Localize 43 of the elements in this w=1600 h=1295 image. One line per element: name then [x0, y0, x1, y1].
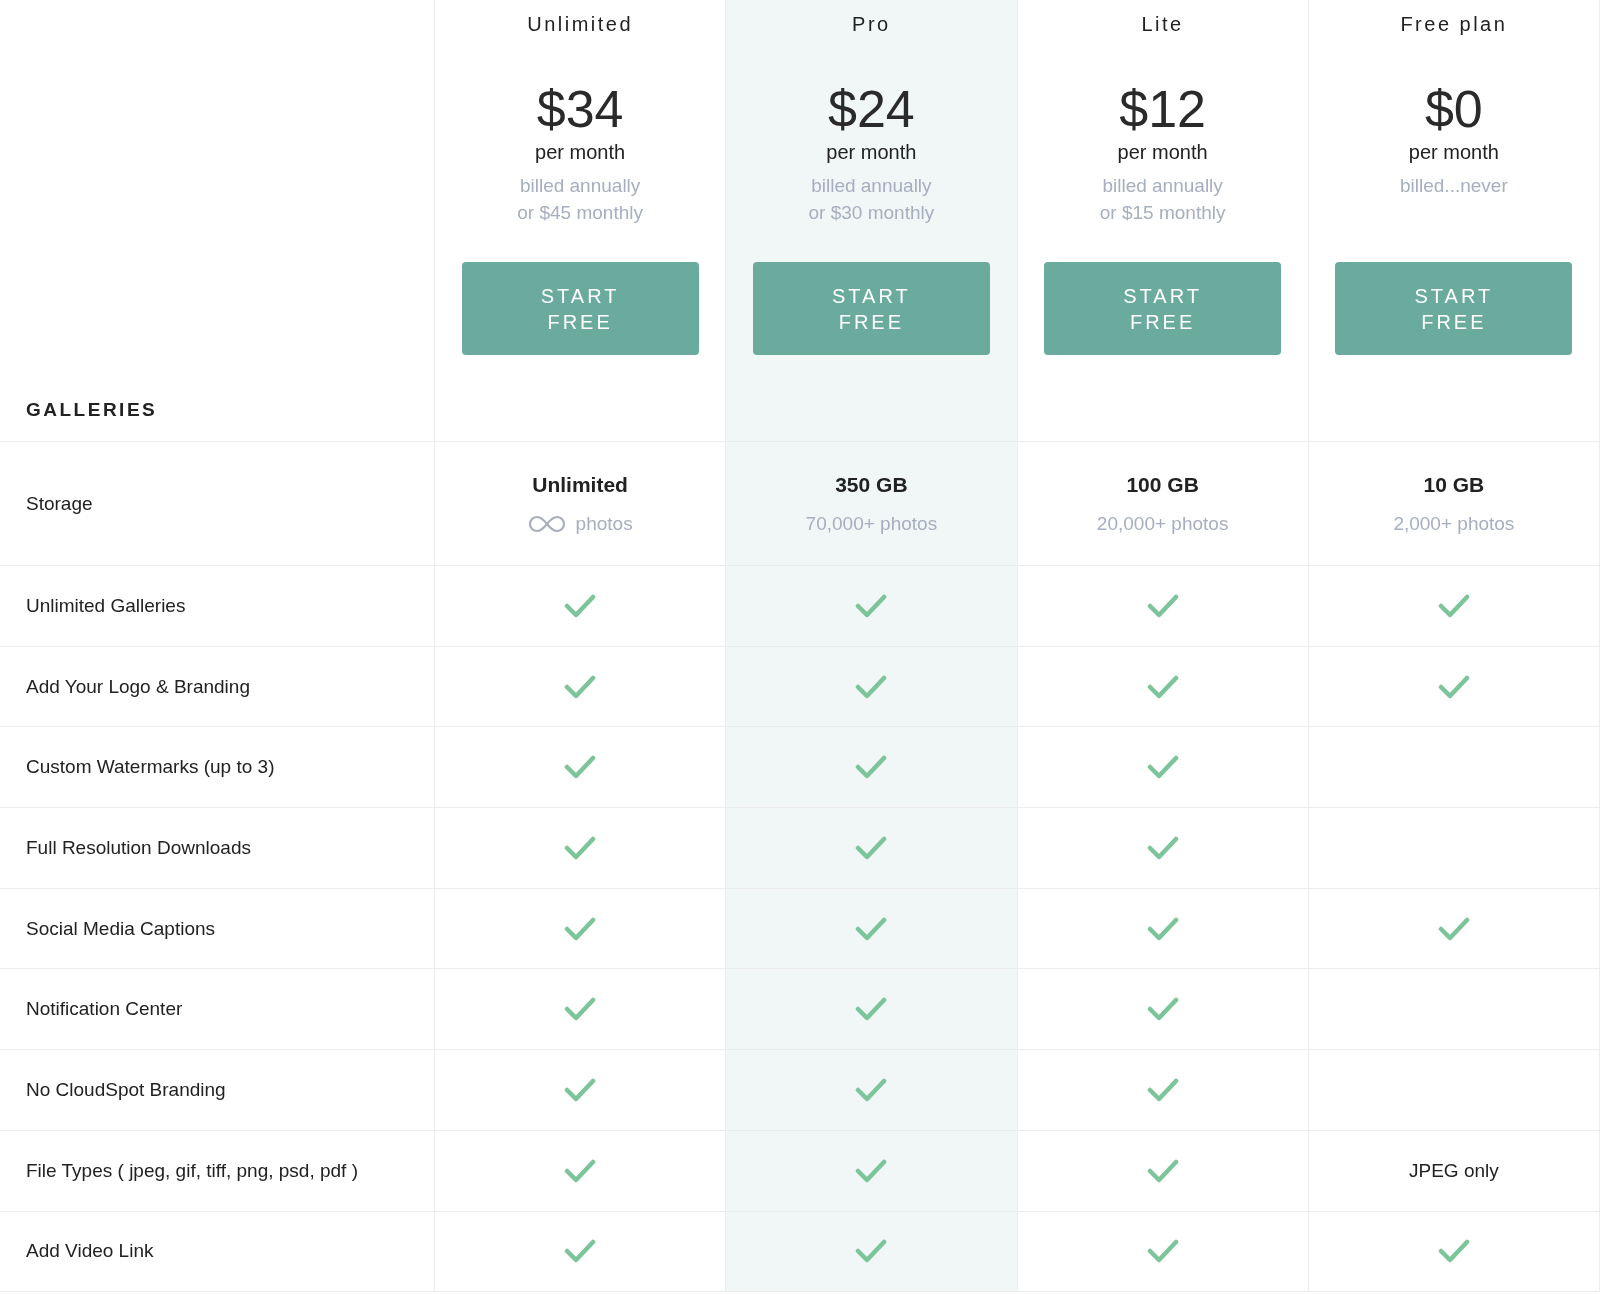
plan-price: $24 [828, 81, 915, 137]
photo-count: 2,000+ photos [1393, 512, 1515, 535]
feature-label: Add Video Link [26, 1240, 154, 1263]
section-heading: GALLERIES [26, 399, 158, 421]
feature-label: Custom Watermarks (up to 3) [26, 756, 275, 779]
plan-name: Pro [852, 13, 891, 37]
billing-note: billed...never [1400, 174, 1508, 198]
feature-label: Unlimited Galleries [26, 594, 186, 617]
price-period: per month [826, 141, 917, 164]
storage-amount: Unlimited [532, 472, 628, 497]
feature-label: Add Your Logo & Branding [26, 675, 250, 698]
plan-name: Lite [1141, 13, 1184, 37]
start-free-button[interactable]: START FREE [1044, 262, 1282, 355]
photo-count: photos [575, 512, 633, 535]
billing-note: billed annually [1101, 174, 1224, 198]
photo-count: 20,000+ photos [1096, 512, 1229, 535]
billing-note: billed annually [810, 174, 933, 198]
price-period: per month [1408, 141, 1499, 164]
billing-note: or $15 monthly [1099, 201, 1226, 225]
plan-name: Free plan [1400, 13, 1508, 37]
feature-value: JPEG only [1409, 1159, 1499, 1182]
plan-price: $12 [1119, 81, 1206, 137]
photo-count: 70,000+ photos [805, 512, 938, 535]
start-free-button[interactable]: START FREE [752, 262, 990, 355]
price-period: per month [535, 141, 626, 164]
billing-note: or $45 monthly [517, 201, 643, 225]
billing-note: or $30 monthly [808, 201, 935, 225]
feature-label: Storage [26, 492, 93, 515]
plan-price: $34 [536, 81, 624, 137]
start-free-button[interactable]: START FREE [461, 262, 699, 355]
plan-price: $0 [1424, 81, 1483, 137]
feature-label: File Types ( jpeg, gif, tiff, png, psd, pdf ) [26, 1159, 358, 1182]
storage-amount: 100 GB [1126, 472, 1199, 497]
start-free-button[interactable]: START FREE [1335, 262, 1573, 355]
price-period: per month [1117, 141, 1208, 164]
storage-amount: 350 GB [835, 472, 908, 497]
storage-amount: 10 GB [1423, 472, 1485, 497]
feature-label: Notification Center [26, 998, 183, 1021]
billing-note: billed annually [518, 174, 642, 198]
feature-label: Full Resolution Downloads [26, 836, 251, 859]
feature-label: Social Media Captions [26, 917, 216, 940]
feature-label: No CloudSpot Branding [26, 1078, 226, 1101]
plan-name: Unlimited [527, 13, 634, 37]
